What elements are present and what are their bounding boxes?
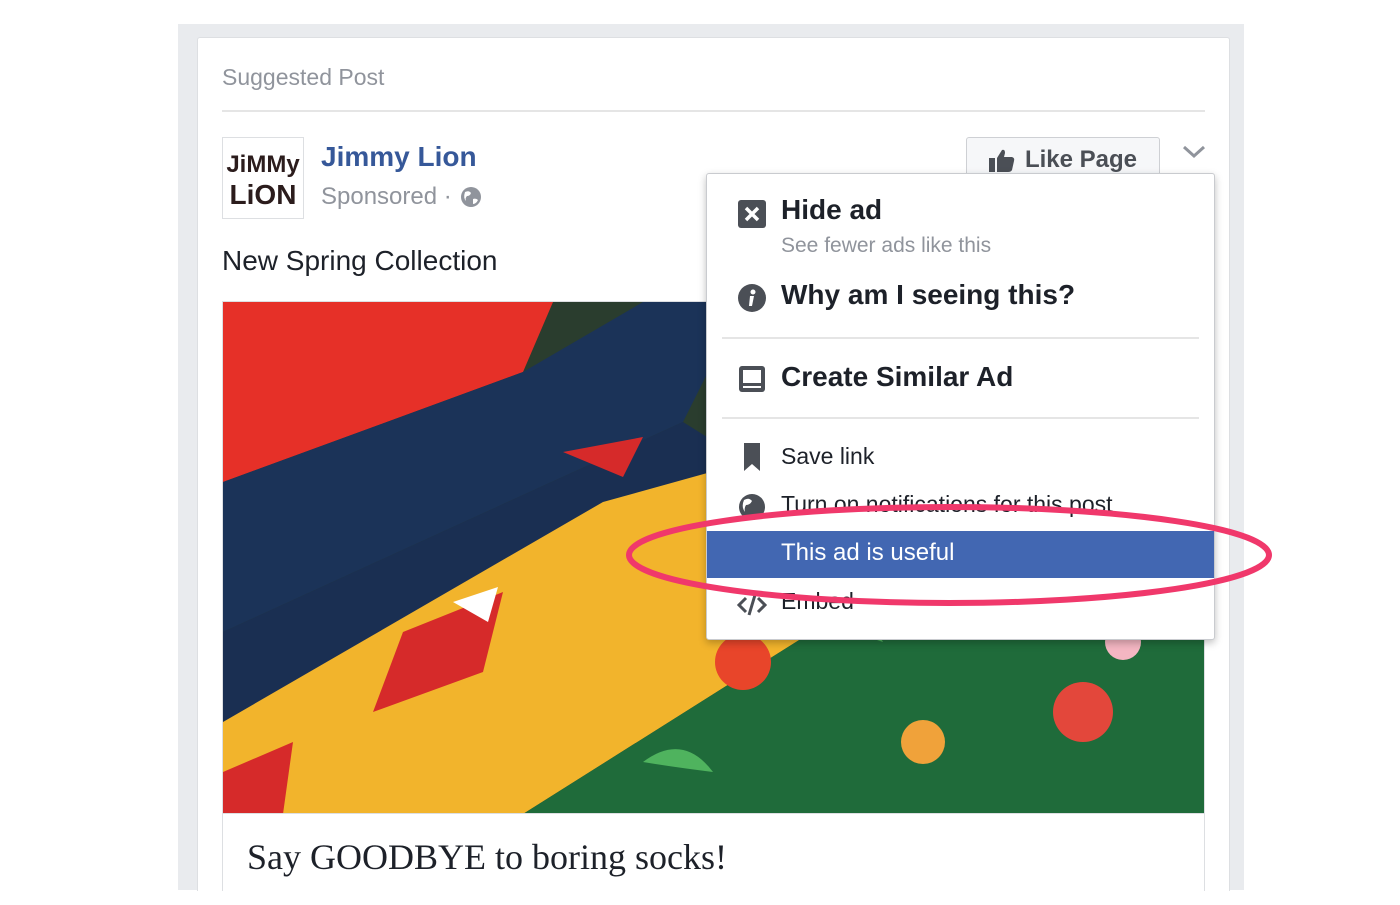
like-page-label: Like Page bbox=[1024, 146, 1138, 173]
menu-divider bbox=[722, 337, 1199, 339]
close-box-icon bbox=[738, 200, 766, 228]
sponsored-line: Sponsored · bbox=[321, 183, 482, 211]
hide-ad-subtext: See fewer ads like this bbox=[781, 234, 992, 257]
menu-item-embed[interactable]: Embed bbox=[707, 586, 1214, 626]
globe-icon[interactable] bbox=[460, 186, 482, 208]
notifications-label: Turn on notifications for this post bbox=[781, 491, 1113, 517]
thumbs-up-icon bbox=[988, 149, 1015, 172]
menu-item-useful[interactable]: This ad is useful bbox=[707, 531, 1214, 578]
globe-icon bbox=[739, 494, 765, 520]
header-divider bbox=[222, 110, 1205, 112]
monitor-icon bbox=[739, 366, 765, 392]
info-icon bbox=[738, 284, 766, 312]
logo-text-line2: LiON bbox=[230, 179, 297, 210]
logo-text-line1: JiMMy bbox=[226, 151, 300, 178]
menu-item-hide-ad[interactable]: Hide ad See fewer ads like this bbox=[707, 192, 1214, 262]
code-icon bbox=[737, 594, 767, 616]
create-similar-label: Create Similar Ad bbox=[781, 361, 1014, 392]
menu-item-notifications[interactable]: Turn on notifications for this post bbox=[707, 489, 1214, 529]
chevron-down-icon[interactable] bbox=[1180, 139, 1208, 163]
menu-item-save-link[interactable]: Save link bbox=[707, 439, 1214, 479]
menu-item-create-similar[interactable]: Create Similar Ad bbox=[707, 357, 1214, 401]
embed-label: Embed bbox=[781, 588, 854, 614]
why-label: Why am I seeing this? bbox=[781, 279, 1076, 310]
sponsored-label: Sponsored · bbox=[321, 183, 452, 210]
link-preview[interactable]: Say GOODBYE to boring socks! bbox=[222, 813, 1205, 891]
save-link-label: Save link bbox=[781, 443, 875, 469]
useful-label: This ad is useful bbox=[781, 539, 955, 566]
menu-item-why[interactable]: Why am I seeing this? bbox=[707, 277, 1214, 321]
hide-ad-label: Hide ad bbox=[781, 194, 883, 225]
page-logo[interactable]: JiMMy LiON bbox=[222, 137, 304, 219]
bookmark-icon bbox=[744, 443, 760, 471]
ad-options-menu: Hide ad See fewer ads like this Why am I… bbox=[706, 173, 1215, 640]
link-title[interactable]: Say GOODBYE to boring socks! bbox=[247, 836, 727, 878]
page-name-link[interactable]: Jimmy Lion bbox=[321, 141, 477, 173]
post-text: New Spring Collection bbox=[222, 245, 498, 276]
menu-divider bbox=[722, 417, 1199, 419]
card-header: Suggested Post bbox=[222, 64, 385, 90]
